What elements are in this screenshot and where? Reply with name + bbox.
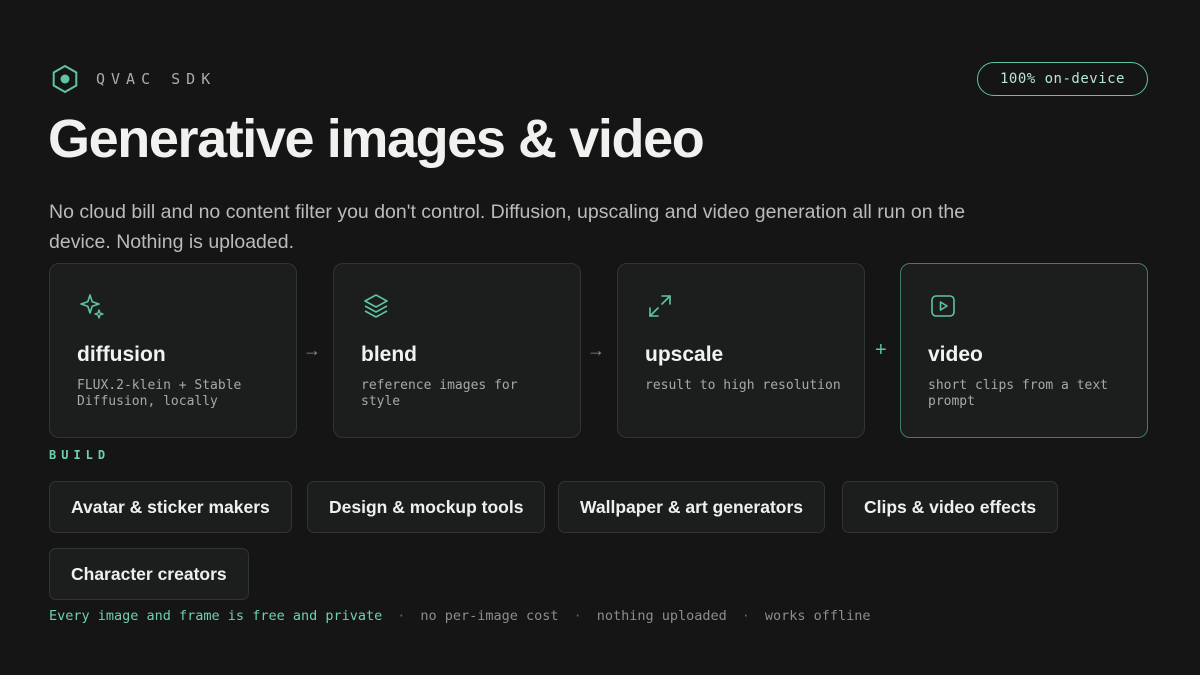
layers-icon xyxy=(364,294,388,318)
card-title: upscale xyxy=(645,343,724,366)
card-description: reference images for style xyxy=(361,378,518,409)
footer-highlight: Every image and frame is free and privat… xyxy=(49,608,383,624)
chip-clips-video-effects: Clips & video effects xyxy=(842,481,1059,533)
card-description: FLUX.2-klein + Stable Diffusion, locally xyxy=(77,378,242,409)
chip-character-creators: Character creators xyxy=(49,548,249,600)
pipeline-card-diffusion: diffusion FLUX.2-klein + Stable Diffusio… xyxy=(49,263,297,438)
brand-name: QVAC SDK xyxy=(96,70,217,88)
footer-separator: · xyxy=(741,608,750,624)
pipeline-card-upscale: upscale result to high resolution xyxy=(617,263,865,438)
arrow-right-icon: → xyxy=(587,340,605,360)
footer-separator: · xyxy=(397,608,406,624)
footer-item: no per-image cost xyxy=(420,608,559,624)
footer-item: works offline xyxy=(764,608,871,624)
page-title: Generative images & video xyxy=(48,109,705,169)
play-icon xyxy=(931,295,955,317)
card-title: video xyxy=(928,343,983,366)
chip-avatar-sticker-makers: Avatar & sticker makers xyxy=(49,481,292,533)
footer-item: nothing uploaded xyxy=(596,608,727,624)
chip-wallpaper-art-generators: Wallpaper & art generators xyxy=(558,481,826,533)
plus-icon: + xyxy=(875,339,887,361)
brand: QVAC SDK xyxy=(50,64,216,94)
card-description: short clips from a text prompt xyxy=(928,378,1109,409)
card-title: blend xyxy=(361,343,417,366)
page-subtitle: No cloud bill and no content filter you … xyxy=(49,201,966,253)
pipeline-card-blend: blend reference images for style xyxy=(333,263,581,438)
card-title: diffusion xyxy=(77,343,166,366)
hexagon-icon xyxy=(52,64,78,94)
pipeline-card-video: video short clips from a text prompt xyxy=(900,263,1148,438)
expand-icon xyxy=(649,295,671,317)
on-device-badge: 100% on-device xyxy=(976,62,1148,96)
chip-design-mockup-tools: Design & mockup tools xyxy=(307,481,546,533)
footer-separator: · xyxy=(573,608,582,624)
sparkle-icon xyxy=(80,294,104,319)
build-section-label: BUILD xyxy=(49,448,111,462)
arrow-right-icon: → xyxy=(303,340,321,360)
footer: Every image and frame is free and privat… xyxy=(49,608,871,624)
card-description: result to high resolution xyxy=(645,378,841,393)
